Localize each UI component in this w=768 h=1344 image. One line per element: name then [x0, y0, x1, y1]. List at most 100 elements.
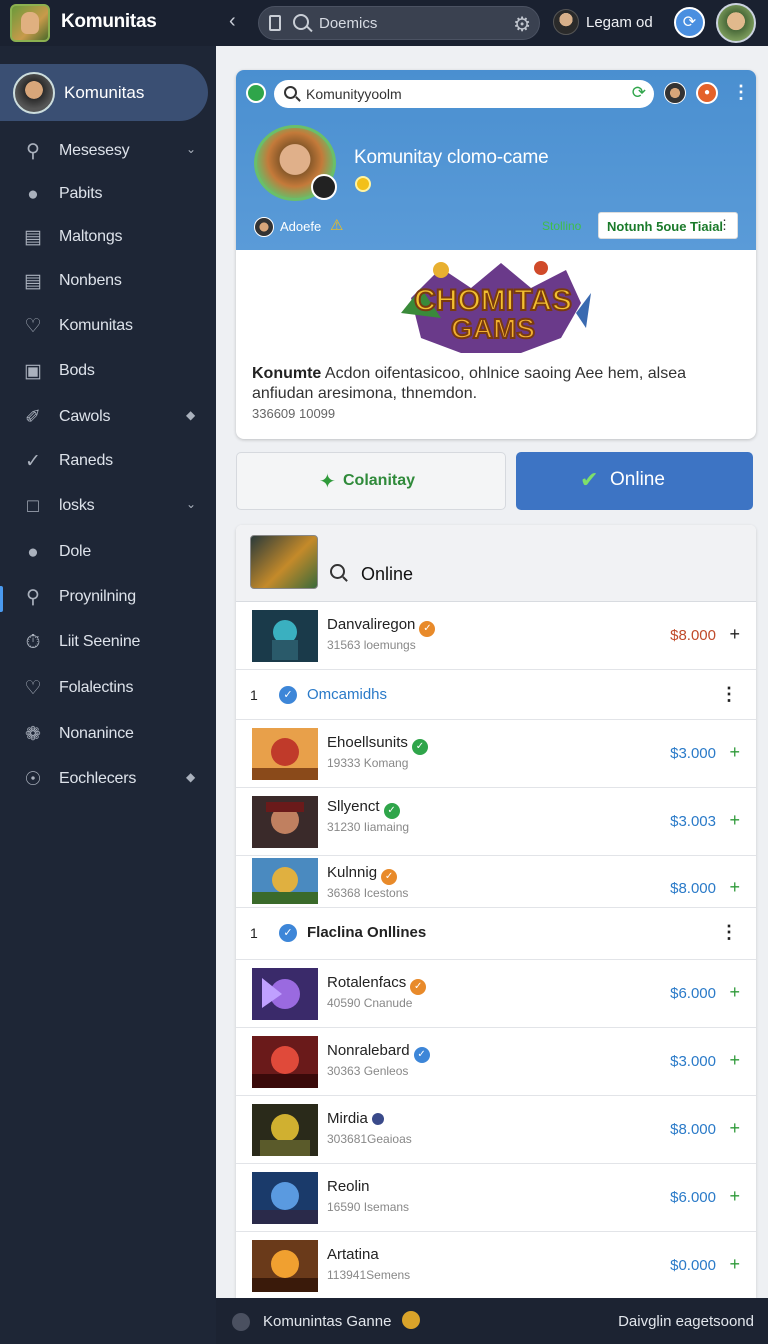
sidebar-item-label: Eochlecers	[59, 770, 137, 787]
chevron-right-icon[interactable]: ◆	[186, 770, 195, 784]
game-name: Artatina	[327, 1246, 379, 1263]
community-search-input[interactable]: Komunityyoolm ⟳	[274, 80, 654, 108]
back-arrow-icon[interactable]: ‹	[229, 10, 249, 34]
more-options-icon[interactable]: ⋮	[720, 922, 738, 943]
sidebar-item-cawols[interactable]: ✐ Cawols ◆	[0, 398, 216, 438]
sidebar-item-label: Dole	[59, 543, 92, 560]
bottom-bar: Komunintas Ganne Daivglin eagetsoond	[216, 1298, 768, 1344]
list-item[interactable]: Artatina 113941Semens $0.000 +	[236, 1232, 756, 1298]
game-name: Kulnnig ✓	[327, 864, 398, 885]
user-avatar[interactable]	[553, 9, 579, 35]
game-name-text: Mirdia	[327, 1110, 368, 1127]
sidebar-item-eochlecers[interactable]: ☉ Eochlecers ◆	[0, 760, 216, 800]
sidebar-item-label: Pabits	[59, 185, 103, 202]
add-icon[interactable]: +	[729, 1254, 740, 1275]
list-item[interactable]: Kulnnig ✓ 36368 Icestons $8.000 +	[236, 856, 756, 908]
gear-icon[interactable]: ⚙	[513, 12, 531, 37]
list-item[interactable]: Ehoellsunits ✓ 19333 Komang $3.000 +	[236, 720, 756, 788]
sidebar-item-dole[interactable]: ● Dole	[0, 533, 216, 573]
pen-icon: ✐	[25, 407, 41, 428]
list-item[interactable]: Mirdia 303681Geaioas $8.000 +	[236, 1096, 756, 1164]
game-subtitle: 19333 Komang	[327, 756, 409, 770]
game-price: $6.000	[670, 1189, 716, 1206]
profile-avatar[interactable]	[716, 3, 756, 43]
bottom-left-label[interactable]: Komunintas Ganne	[263, 1313, 391, 1330]
add-icon[interactable]: +	[729, 810, 740, 831]
search-value[interactable]: Doemics	[319, 15, 377, 32]
sidebar-item-komunitas[interactable]: ♡ Komunitas	[0, 307, 216, 347]
community-button[interactable]: ✦ Colanitay	[236, 452, 506, 510]
more-options-icon[interactable]: ⋮	[720, 684, 738, 705]
list-thumbnail[interactable]	[250, 535, 318, 589]
game-name-text: Kulnnig	[327, 864, 378, 881]
game-subtitle: 303681Geaioas	[327, 1132, 412, 1146]
bottom-right-label[interactable]: Daivglin eagetsoond	[618, 1313, 754, 1330]
community-search-value[interactable]: Komunityyoolm	[306, 86, 402, 102]
chevron-right-icon[interactable]: ◆	[186, 408, 195, 422]
sidebar-item-active[interactable]: Komunitas	[0, 64, 208, 121]
sidebar: Komunitas ⚲ Mesesesy ⌄ ● Pabits ▤ Malton…	[0, 46, 216, 1344]
refresh-icon[interactable]: ⟳	[632, 83, 646, 103]
game-subtitle: 31563 loemungs	[327, 638, 416, 652]
add-icon[interactable]: +	[729, 1118, 740, 1139]
search-input[interactable]: Doemics ⚙	[258, 6, 540, 40]
list-item[interactable]: Reolin 16590 Isemans $6.000 +	[236, 1164, 756, 1232]
more-options-icon[interactable]: ⋮	[732, 82, 750, 103]
search-icon[interactable]	[330, 564, 345, 579]
add-icon[interactable]: +	[729, 1186, 740, 1207]
game-price: $3.000	[670, 745, 716, 762]
bookmark-icon[interactable]	[269, 15, 281, 31]
sidebar-item-mesesesy[interactable]: ⚲ Mesesesy ⌄	[0, 132, 216, 172]
sidebar-item-label: Proynilning	[59, 588, 136, 605]
section-header[interactable]: 1 ✓ Omcamidhs ⋮	[236, 670, 756, 720]
sidebar-item-label: Maltongs	[59, 228, 123, 245]
community-description: Konumte Acdon oifentasicoo, ohlnice saoi…	[252, 364, 742, 404]
tag-button[interactable]: Notunh 5oue Tiaial ⋮	[598, 212, 738, 239]
chevron-down-icon[interactable]: ⌄	[186, 497, 196, 511]
online-list: Online Danvaliregon ✓ 31563 loemungs $8.0…	[236, 525, 756, 1298]
sidebar-item-raneds[interactable]: ✓ Raneds	[0, 442, 216, 482]
app-logo[interactable]	[10, 4, 50, 42]
add-icon[interactable]: +	[729, 742, 740, 763]
add-icon[interactable]: +	[729, 982, 740, 1003]
sidebar-item-losks[interactable]: □ losks ⌄	[0, 487, 216, 527]
sidebar-item-pabits[interactable]: ● Pabits	[0, 175, 216, 215]
add-icon[interactable]: +	[729, 1050, 740, 1071]
verified-icon: ✓	[410, 979, 427, 995]
sidebar-item-nonanince[interactable]: ❁ Nonanince	[0, 715, 216, 755]
game-name-text: Artatina	[327, 1246, 379, 1263]
community-card: Komunityyoolm ⟳ ● ⋮ Komunitay clomo-came…	[236, 70, 756, 439]
share-button[interactable]: ⟳	[674, 7, 705, 38]
user-name[interactable]: Legam od	[586, 14, 653, 31]
game-icon[interactable]	[232, 1313, 250, 1331]
list-item[interactable]: Sllyenct ✓ 31230 Iiamaing $3.003 +	[236, 788, 756, 856]
sidebar-item-label: Raneds	[59, 452, 113, 469]
sidebar-item-bods[interactable]: ▣ Bods	[0, 352, 216, 392]
sidebar-item-liit-seenine[interactable]: ⏱ Liit Seenine	[0, 623, 216, 663]
search-icon: ⚲	[26, 141, 40, 162]
online-button[interactable]: ✔ Online	[516, 452, 753, 510]
community-avatar[interactable]	[254, 125, 337, 201]
notification-icon[interactable]: ●	[696, 82, 718, 104]
game-thumbnail	[252, 610, 318, 662]
owner-avatar[interactable]	[254, 217, 274, 237]
list-item[interactable]: Rotalenfacs ✓ 40590 Cnanude $6.000 +	[236, 960, 756, 1028]
owner-name[interactable]: Adoefe	[280, 219, 321, 234]
list-item[interactable]: Danvaliregon ✓ 31563 loemungs $8.000 +	[236, 602, 756, 670]
list-item[interactable]: Nonralebard ✓ 30363 Genleos $3.000 +	[236, 1028, 756, 1096]
section-header[interactable]: 1 ✓ Flaclina Onllines ⋮	[236, 908, 756, 960]
gift-icon: ♡	[24, 678, 42, 699]
user-alert-icon: ●	[27, 542, 39, 563]
sidebar-item-proynilning[interactable]: ⚲ Proynilning	[0, 578, 216, 618]
sidebar-item-maltongs[interactable]: ▤ Maltongs	[0, 218, 216, 258]
game-subtitle: 30363 Genleos	[327, 1064, 409, 1078]
sidebar-item-folalectins[interactable]: ♡ Folalectins	[0, 669, 216, 709]
sidebar-item-label: Bods	[59, 362, 95, 379]
game-subtitle: 40590 Cnanude	[327, 996, 413, 1010]
chevron-down-icon[interactable]: ⌄	[186, 142, 196, 156]
add-icon[interactable]: +	[729, 877, 740, 898]
member-avatar[interactable]	[664, 82, 686, 104]
list-header: Online	[236, 525, 756, 602]
add-icon[interactable]: +	[729, 624, 740, 645]
sidebar-item-nonbens[interactable]: ▤ Nonbens	[0, 262, 216, 302]
